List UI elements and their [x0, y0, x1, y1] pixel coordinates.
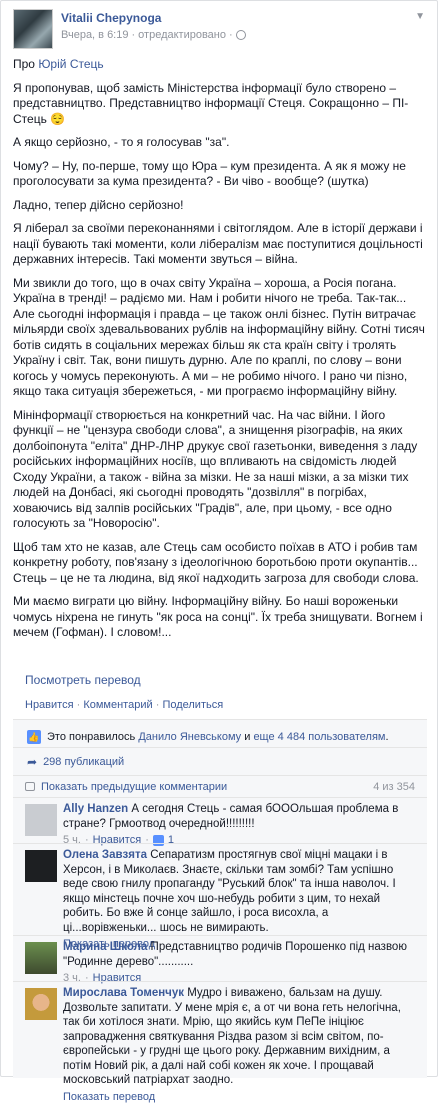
post-paragraph: Чому? – Ну, по-перше, тому що Юра – кум …: [13, 159, 427, 190]
comment-item: Марина Школа Представництво родичів Поро…: [13, 935, 427, 981]
share-button[interactable]: Поделиться: [162, 699, 223, 711]
action-separator: ·: [156, 699, 160, 711]
header-info: Vitalii Chepynoga Вчера, в 6:19 · отреда…: [61, 9, 246, 53]
likes-summary: Это понравилось Данило Яневському и еще …: [47, 731, 389, 743]
chevron-down-icon[interactable]: ▼: [415, 11, 425, 22]
other-likers-link[interactable]: еще 4 484 пользователям: [253, 731, 385, 743]
like-button[interactable]: Нравится: [25, 699, 74, 711]
meta-separator: ·: [131, 29, 135, 41]
comment-icon: [25, 782, 35, 791]
comment-text: Сепаратизм простягнув свої міцні мацаки …: [63, 849, 396, 934]
likes-mid: и: [241, 731, 253, 743]
author-name[interactable]: Vitalii Chepynoga: [61, 11, 246, 25]
about-link[interactable]: Юрій Стець: [38, 57, 103, 71]
post-meta: Вчера, в 6:19 · отредактировано ·: [61, 29, 246, 41]
share-arrow-icon: ➦: [27, 755, 37, 769]
commenter-avatar[interactable]: [25, 942, 57, 974]
post-paragraph: Я ліберал за своїми переконаннями і світ…: [13, 221, 427, 268]
post-paragraph: Ладно, тепер дійсно серйозно!: [13, 198, 427, 214]
liker-link[interactable]: Данило Яневському: [138, 731, 241, 743]
comments-list: Ally Hanzen А сегодня Стець - самая бООО…: [13, 797, 427, 1078]
likes-suffix: .: [385, 731, 388, 743]
comment-button[interactable]: Комментарий: [83, 699, 152, 711]
comment-text: Мудро і виважено, бальзам на душу. Дозво…: [63, 987, 401, 1086]
post-actions: Нравится · Комментарий · Поделиться: [25, 699, 223, 711]
action-separator: ·: [77, 699, 81, 711]
comment-item: Олена Завзята Сепаратизм простягнув свої…: [13, 843, 427, 935]
commenter-name[interactable]: Марина Школа: [63, 941, 147, 953]
commenter-name[interactable]: Мирослава Томенчук: [63, 987, 184, 999]
post-about: Про Юрій Стець: [13, 57, 427, 73]
post-paragraph: Щоб там хто не казав, але Стець сам особ…: [13, 540, 427, 587]
comments-count: 4 из 354: [373, 781, 415, 793]
post-paragraph: Ми звикли до того, що в очах світу Украї…: [13, 276, 427, 400]
commenter-avatar[interactable]: [25, 804, 57, 836]
commenter-avatar[interactable]: [25, 988, 57, 1020]
show-previous-comments[interactable]: Показать предыдущие комментарии: [41, 781, 227, 793]
previous-comments-bar: Показать предыдущие комментарии 4 из 354: [13, 775, 427, 797]
post-paragraph: Я пропонував, щоб замість Міністерства і…: [13, 81, 427, 128]
likes-bar: 👍 Это понравилось Данило Яневському и ещ…: [13, 719, 427, 747]
post-paragraph: Ми маємо виграти цю війну. Інформаційну …: [13, 594, 427, 641]
meta-separator: ·: [229, 29, 233, 41]
post-card: Vitalii Chepynoga Вчера, в 6:19 · отреда…: [0, 0, 438, 1077]
comment-content: Ally Hanzen А сегодня Стець - самая бООО…: [63, 802, 419, 848]
author-avatar[interactable]: [13, 9, 53, 49]
about-prefix: Про: [13, 57, 38, 71]
post-paragraph: А якщо серйозно, - то я голосував "за".: [13, 135, 427, 151]
comment-content: Марина Школа Представництво родичів Поро…: [63, 940, 419, 986]
comment-translate-link[interactable]: Показать перевод: [63, 1090, 419, 1104]
shares-link[interactable]: 298 публикаций: [43, 756, 124, 768]
post-paragraph: Мінінформації створюється на конкретний …: [13, 408, 427, 532]
shares-bar: ➦ 298 публикаций: [13, 747, 427, 775]
post-timestamp[interactable]: Вчера, в 6:19: [61, 29, 128, 41]
edited-label[interactable]: отредактировано: [138, 29, 226, 41]
comment-item: Мирослава Томенчук Мудро і виважено, бал…: [13, 981, 427, 1078]
commenter-name[interactable]: Олена Завзята: [63, 849, 147, 861]
comment-item: Ally Hanzen А сегодня Стець - самая бООО…: [13, 797, 427, 843]
thumbs-up-icon: 👍: [27, 730, 41, 744]
commenter-avatar[interactable]: [25, 850, 57, 882]
globe-icon[interactable]: [236, 30, 246, 40]
commenter-name[interactable]: Ally Hanzen: [63, 803, 128, 815]
post-header: Vitalii Chepynoga Вчера, в 6:19 · отреда…: [13, 9, 246, 53]
comment-content: Мирослава Томенчук Мудро і виважено, бал…: [63, 986, 419, 1104]
likes-prefix: Это понравилось: [47, 731, 138, 743]
post-body: Про Юрій Стець Я пропонував, щоб замість…: [13, 57, 427, 649]
see-translation-link[interactable]: Посмотреть перевод: [25, 673, 141, 687]
